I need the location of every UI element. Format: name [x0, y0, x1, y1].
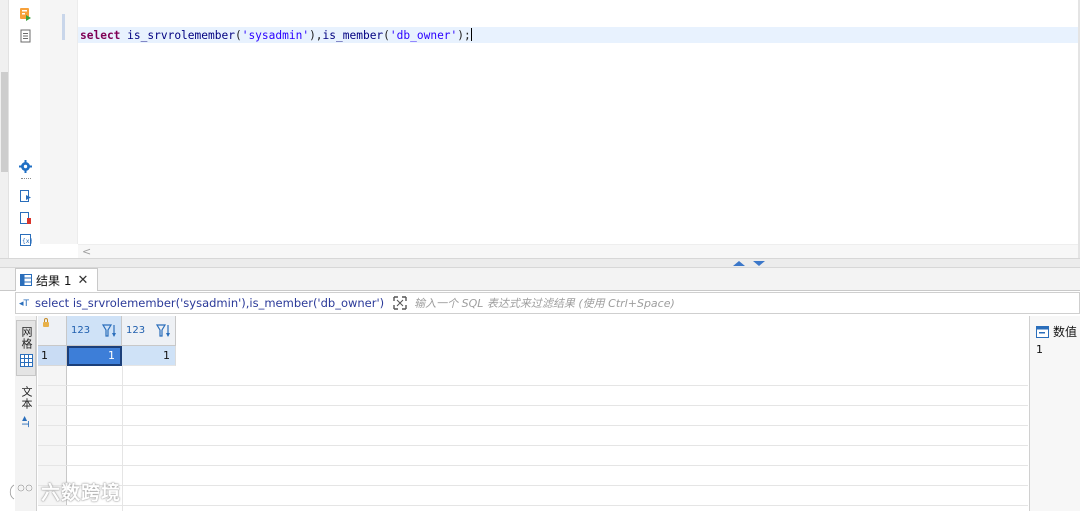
- result-grid[interactable]: 123 123 1 1 1: [38, 316, 1028, 511]
- grid-row-line: [38, 445, 1028, 446]
- value-panel-icon: [1036, 325, 1049, 338]
- tab-grid-view[interactable]: 网格: [16, 320, 36, 376]
- column-filter-sort-icon[interactable]: [156, 324, 172, 338]
- export-icon[interactable]: [19, 189, 32, 203]
- script-error-icon[interactable]: [19, 211, 32, 225]
- column-header-2[interactable]: 123: [122, 316, 176, 346]
- value-viewer-panel: 数值 1: [1029, 316, 1080, 511]
- grid-corner-header[interactable]: [38, 316, 67, 346]
- editor-outer-scrollbar[interactable]: [0, 0, 9, 262]
- editor-gutter: [40, 0, 78, 244]
- empty-row-number: [38, 446, 67, 466]
- numeric-type-icon: 123: [71, 325, 91, 336]
- grid-row-line: [38, 385, 1028, 386]
- grid-row-line: [38, 465, 1028, 466]
- grid-row-line: [38, 405, 1028, 406]
- editor-results-splitter[interactable]: [0, 258, 1080, 268]
- grid-cell[interactable]: 1: [122, 346, 176, 366]
- column-header-1[interactable]: 123: [67, 316, 122, 346]
- text-view-label: 文本: [20, 386, 33, 410]
- sql-function: is_member: [322, 29, 384, 42]
- sql-editor[interactable]: select is_srvrolemember('sysadmin'),is_m…: [78, 0, 1078, 244]
- empty-row-number: [38, 426, 67, 446]
- variables-icon[interactable]: {x}: [19, 233, 32, 247]
- sql-string: 'db_owner': [389, 29, 458, 42]
- explain-plan-icon[interactable]: [19, 29, 32, 43]
- restore-editor-icon[interactable]: [753, 261, 765, 266]
- empty-row-number: [38, 386, 67, 406]
- close-tab-icon[interactable]: ✕: [77, 274, 88, 287]
- result-filter-bar: ◂T select is_srvrolemember('sysadmin'),i…: [15, 292, 1080, 314]
- grid-row-line: [38, 485, 1028, 486]
- results-panel: 网格 文本 ◂T 123 123 1 1 1 数值 1: [0, 316, 1080, 511]
- column-filter-sort-icon[interactable]: [102, 324, 118, 338]
- editor-horizontal-scrollbar[interactable]: <: [78, 244, 1078, 258]
- lock-icon: [43, 318, 49, 327]
- value-panel-header[interactable]: 数值: [1036, 323, 1077, 340]
- scroll-left-arrow-icon[interactable]: <: [82, 245, 91, 259]
- sql-text-icon: ◂T: [19, 297, 33, 310]
- settings-gear-icon[interactable]: [19, 159, 32, 173]
- watermark: 六数跨境: [8, 478, 121, 505]
- grid-cell[interactable]: 1: [67, 346, 122, 366]
- row-number[interactable]: 1: [38, 346, 67, 366]
- grid-column-line: [122, 366, 123, 511]
- svg-text:{x}: {x}: [22, 238, 32, 245]
- tab-text-view[interactable]: 文本 ◂T: [16, 386, 36, 432]
- sql-string: 'sysadmin': [241, 29, 310, 42]
- grid-row-line: [38, 505, 1028, 506]
- sql-punct: (: [234, 29, 242, 42]
- toolbar-separator: [21, 178, 31, 179]
- sql-punct: );: [457, 29, 471, 42]
- text-view-icon: ◂T: [20, 416, 30, 428]
- line-marker: [62, 14, 65, 40]
- watermark-text: 六数跨境: [41, 482, 122, 504]
- svg-text:◂T: ◂T: [19, 299, 30, 307]
- grid-view-label: 网格: [20, 326, 33, 350]
- dbeaver-sql-editor-window: {x} select is_srvrolemember('sysadmin'),…: [0, 0, 1080, 511]
- tab-result-label: 结果 1: [36, 273, 72, 288]
- grid-view-icon: [19, 354, 33, 367]
- results-tab-strip: 结果 1 ✕: [0, 268, 1080, 291]
- grid-row-line: [38, 425, 1028, 426]
- numeric-type-icon: 123: [126, 325, 146, 336]
- sql-punct: ),: [309, 29, 323, 42]
- execute-icon[interactable]: [19, 7, 32, 21]
- empty-row-number: [38, 406, 67, 426]
- editor-side-toolbar: {x}: [9, 0, 40, 262]
- svg-text:◂T: ◂T: [20, 416, 30, 428]
- scrollbar-thumb[interactable]: [1, 72, 8, 172]
- value-panel-value: 1: [1036, 343, 1043, 356]
- sql-keyword: select: [80, 29, 121, 42]
- sql-punct: (: [383, 29, 390, 42]
- watermark-logo-icon: [9, 483, 33, 500]
- sql-function: is_srvrolemember: [127, 29, 235, 42]
- sql-code-line[interactable]: select is_srvrolemember('sysadmin'),is_m…: [80, 28, 472, 43]
- filter-expression-input[interactable]: [414, 293, 1079, 313]
- empty-row-number: [38, 366, 67, 386]
- value-panel-title: 数值: [1053, 325, 1078, 339]
- expand-filter-icon[interactable]: [392, 296, 408, 310]
- maximize-results-icon[interactable]: [733, 261, 745, 266]
- executed-query-text: select is_srvrolemember('sysadmin'),is_m…: [35, 296, 385, 310]
- text-caret: [470, 28, 472, 41]
- result-grid-icon: [20, 274, 32, 286]
- tab-result-1[interactable]: 结果 1 ✕: [15, 268, 98, 291]
